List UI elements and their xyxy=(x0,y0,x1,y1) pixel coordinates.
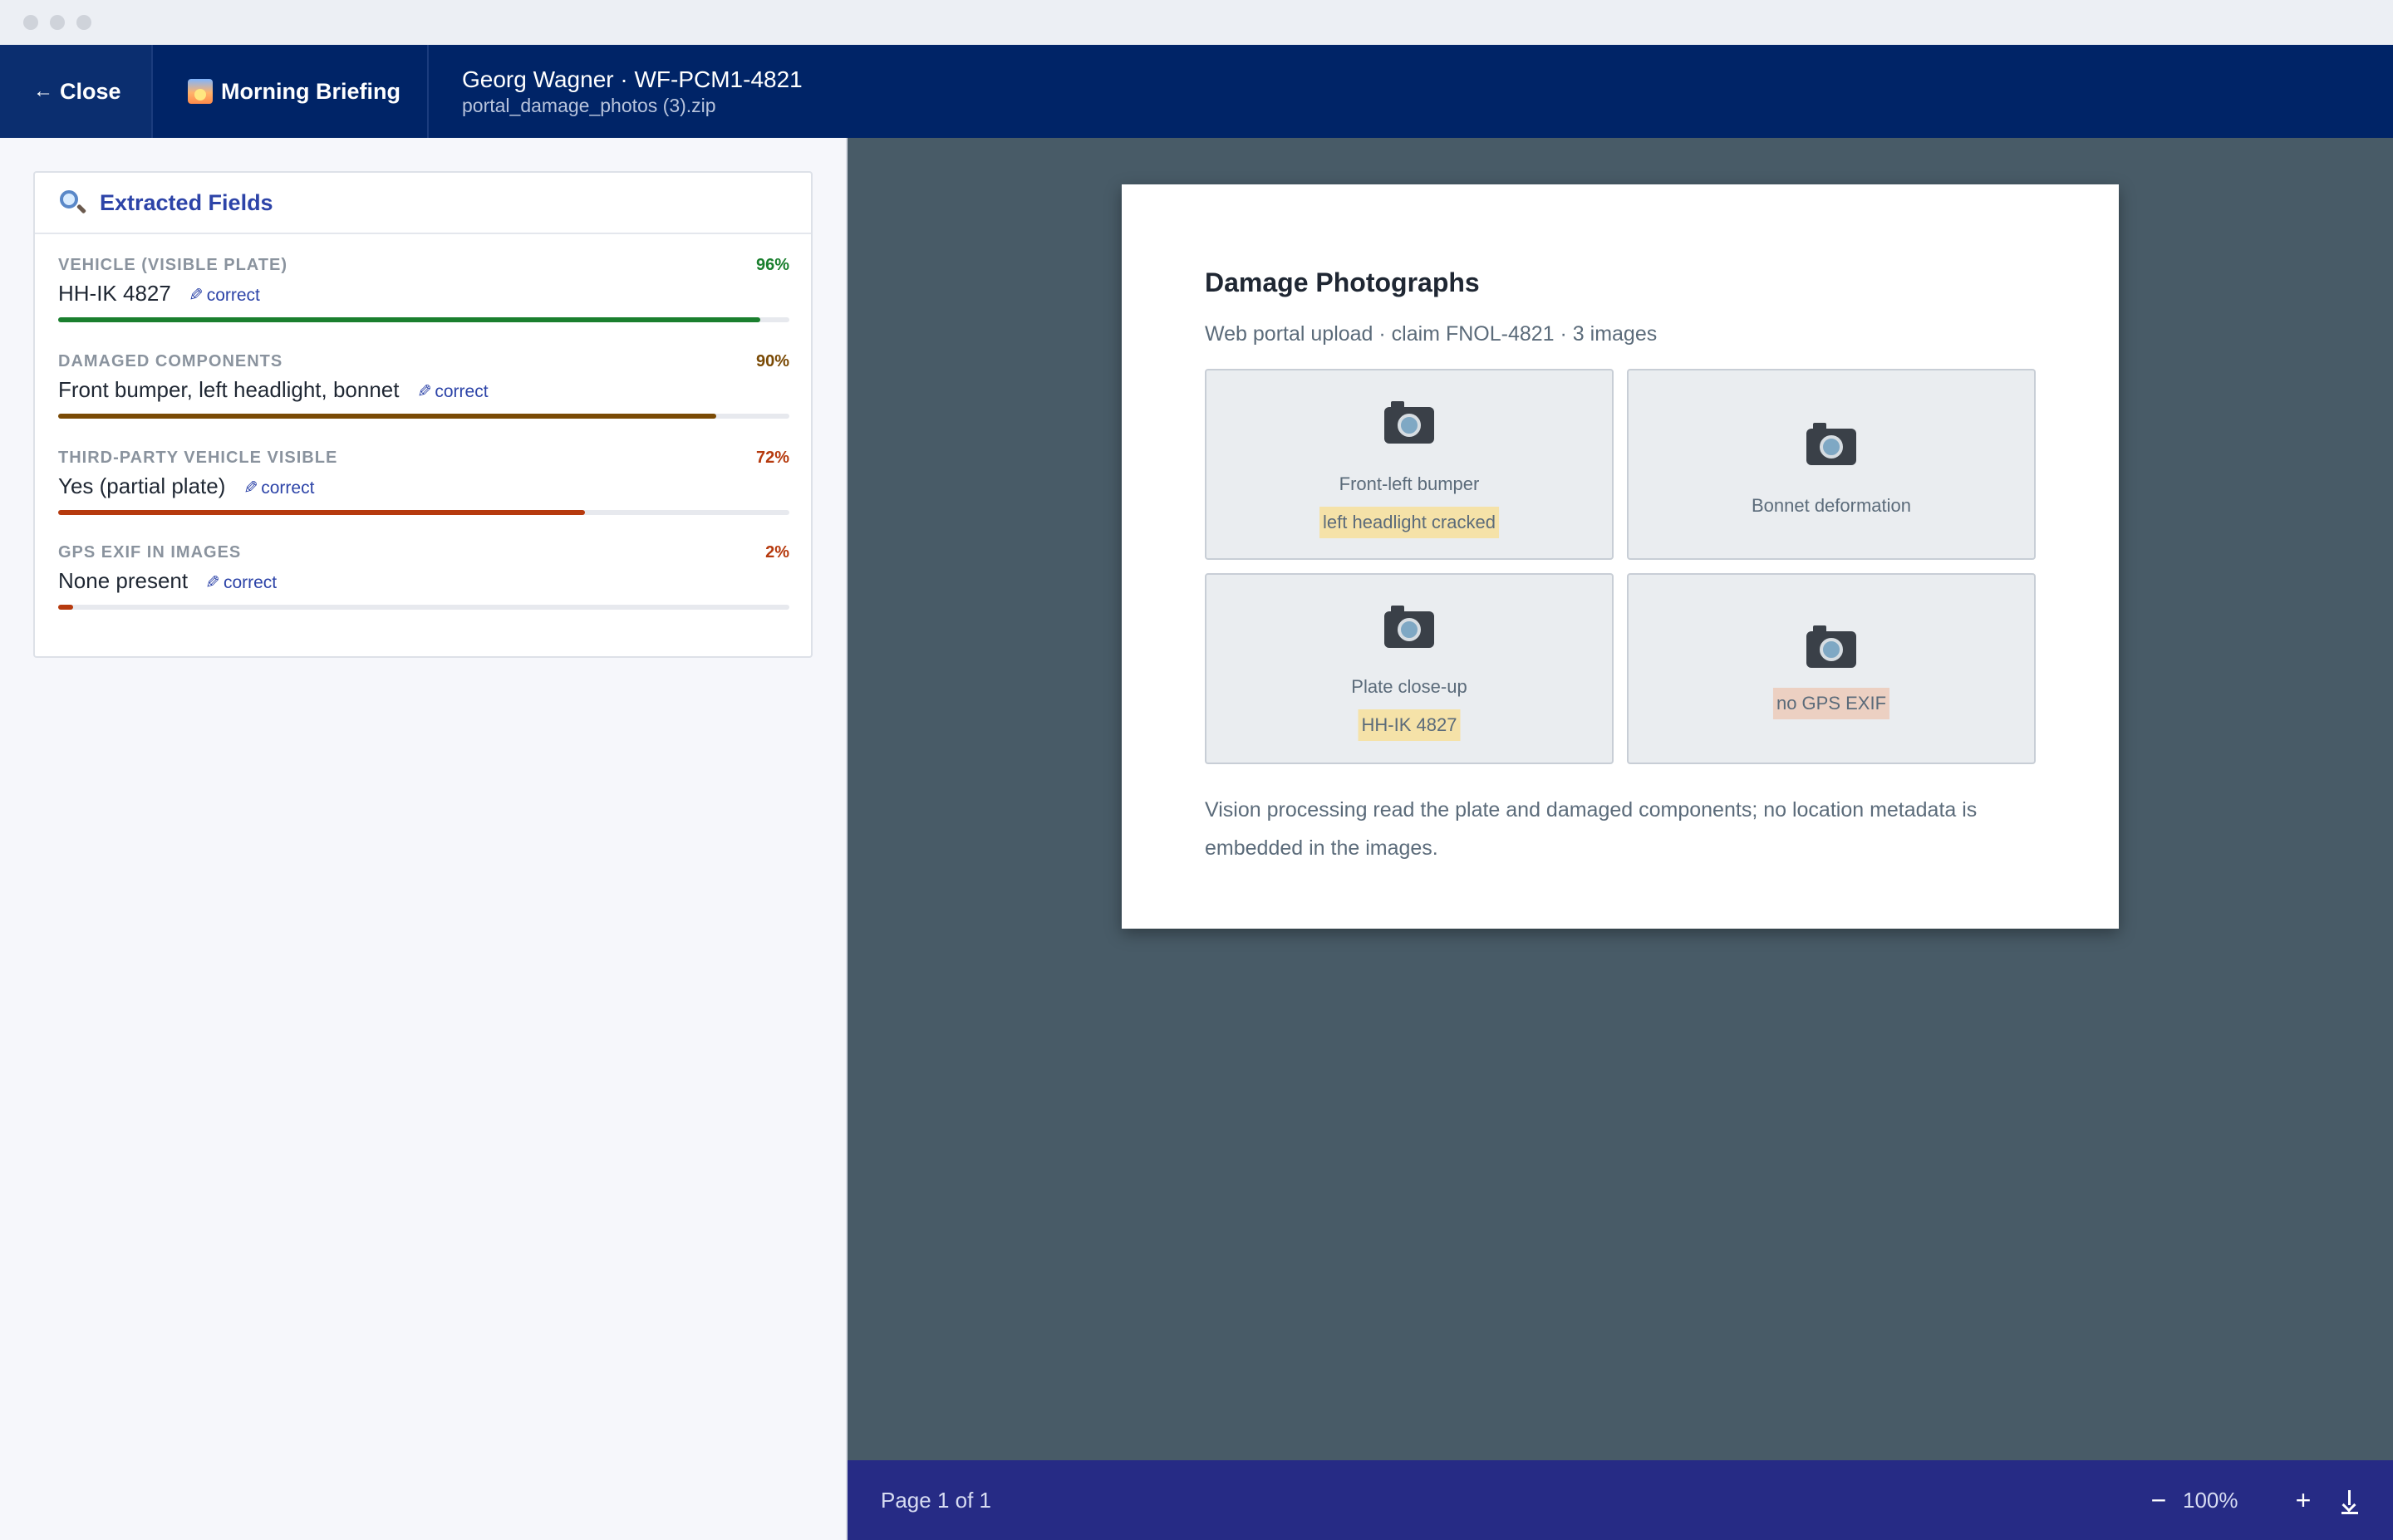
document-title: Georg Wagner · WF-PCM1-4821 xyxy=(462,66,803,92)
field-label: GPS EXIF IN IMAGES xyxy=(58,543,242,562)
field-vehicle-plate: VEHICLE (VISIBLE PLATE) 96% HH-IK 4827 ✎… xyxy=(58,256,789,322)
photo-front-left-bumper: Front-left bumper left headlight cracked xyxy=(1205,369,1614,560)
photo-bonnet-deformation: Bonnet deformation xyxy=(1627,369,2036,560)
correct-link[interactable]: ✎ correct xyxy=(189,286,260,305)
document-filename: portal_damage_photos (3).zip xyxy=(462,95,716,116)
window-minimize-dot[interactable] xyxy=(50,15,65,30)
field-confidence: 96% xyxy=(755,256,789,274)
confidence-track xyxy=(58,414,789,419)
page-note: Vision processing read the plate and dam… xyxy=(1205,798,1978,860)
photo-caption: Front-left bumper xyxy=(1339,473,1480,494)
pencil-icon: ✎ xyxy=(205,573,220,592)
extracted-fields-panel: Extracted Fields VEHICLE (VISIBLE PLATE)… xyxy=(0,138,848,1540)
page-subtitle: Web portal upload · claim FNOL-4821 · 3 … xyxy=(1205,322,1658,346)
correct-link[interactable]: ✎ correct xyxy=(205,573,277,592)
correct-link[interactable]: ✎ correct xyxy=(417,382,489,401)
close-label: Close xyxy=(60,78,121,104)
photo-tag: left headlight cracked xyxy=(1319,507,1499,538)
zoom-out-button[interactable]: − xyxy=(2142,1460,2175,1540)
photo-plate-close-up: Plate close-up HH-IK 4827 xyxy=(1205,573,1614,764)
field-value: None present xyxy=(58,568,189,593)
field-value: Front bumper, left headlight, bonnet xyxy=(58,377,400,402)
page-title: Damage Photographs xyxy=(1205,267,1480,297)
download-icon[interactable] xyxy=(2340,1490,2360,1514)
confidence-bar xyxy=(58,414,716,419)
arrow-left-icon: ← xyxy=(33,80,53,102)
photo-caption: Bonnet deformation xyxy=(1751,495,1912,516)
extracted-fields-card: Extracted Fields VEHICLE (VISIBLE PLATE)… xyxy=(33,171,813,658)
camera-icon xyxy=(1384,401,1434,444)
photo-tag: HH-IK 4827 xyxy=(1358,709,1461,741)
confidence-track xyxy=(58,510,789,515)
field-confidence: 2% xyxy=(765,543,789,562)
morning-briefing-label: Morning Briefing xyxy=(221,78,400,104)
camera-icon xyxy=(1384,606,1434,648)
photo-no-gps: no GPS EXIF xyxy=(1627,573,2036,764)
magnifier-icon xyxy=(58,189,87,217)
field-label: DAMAGED COMPONENTS xyxy=(58,352,283,370)
field-label: THIRD-PARTY VEHICLE VISIBLE xyxy=(58,449,338,467)
confidence-bar xyxy=(58,605,73,610)
zoom-level: 100% xyxy=(2183,1488,2238,1513)
field-gps-exif: GPS EXIF IN IMAGES 2% None present ✎ corr… xyxy=(58,543,789,610)
document-page: Damage Photographs Web portal upload · c… xyxy=(1122,184,2119,929)
document-header: Georg Wagner · WF-PCM1-4821 portal_damag… xyxy=(429,45,803,138)
confidence-track xyxy=(58,317,789,322)
field-third-party-vehicle: THIRD-PARTY VEHICLE VISIBLE 72% Yes (par… xyxy=(58,449,789,515)
confidence-bar xyxy=(58,317,760,322)
pencil-icon: ✎ xyxy=(243,478,258,498)
extracted-fields-header: Extracted Fields xyxy=(35,173,811,234)
sunrise-icon xyxy=(188,79,213,104)
camera-icon xyxy=(1806,423,1856,465)
photo-tag: no GPS EXIF xyxy=(1772,688,1890,719)
top-header: ← Close Morning Briefing Georg Wagner · … xyxy=(0,45,2393,138)
field-confidence: 72% xyxy=(755,449,789,467)
field-value: HH-IK 4827 xyxy=(58,281,171,306)
page-indicator: Page 1 of 1 xyxy=(881,1488,991,1513)
zoom-in-button[interactable]: + xyxy=(2287,1460,2320,1540)
confidence-bar xyxy=(58,510,585,515)
morning-briefing-button[interactable]: Morning Briefing xyxy=(153,45,429,138)
field-label: VEHICLE (VISIBLE PLATE) xyxy=(58,256,287,274)
pencil-icon: ✎ xyxy=(189,286,204,305)
document-viewer[interactable]: Damage Photographs Web portal upload · c… xyxy=(848,138,2393,1460)
pencil-icon: ✎ xyxy=(416,382,432,401)
camera-icon xyxy=(1806,625,1856,668)
field-value: Yes (partial plate) xyxy=(58,473,226,498)
extracted-fields-title: Extracted Fields xyxy=(100,189,273,215)
photo-caption: Plate close-up xyxy=(1351,676,1467,697)
window-chrome xyxy=(0,0,2393,45)
field-damaged-components: DAMAGED COMPONENTS 90% Front bumper, lef… xyxy=(58,352,789,419)
field-confidence: 90% xyxy=(755,352,789,370)
window-close-dot[interactable] xyxy=(23,15,38,30)
confidence-track xyxy=(58,605,789,610)
viewer-toolbar: Page 1 of 1 − 100% + xyxy=(848,1460,2393,1540)
window-maximize-dot[interactable] xyxy=(76,15,91,30)
close-button[interactable]: ← Close xyxy=(0,45,153,138)
correct-link[interactable]: ✎ correct xyxy=(243,478,315,498)
